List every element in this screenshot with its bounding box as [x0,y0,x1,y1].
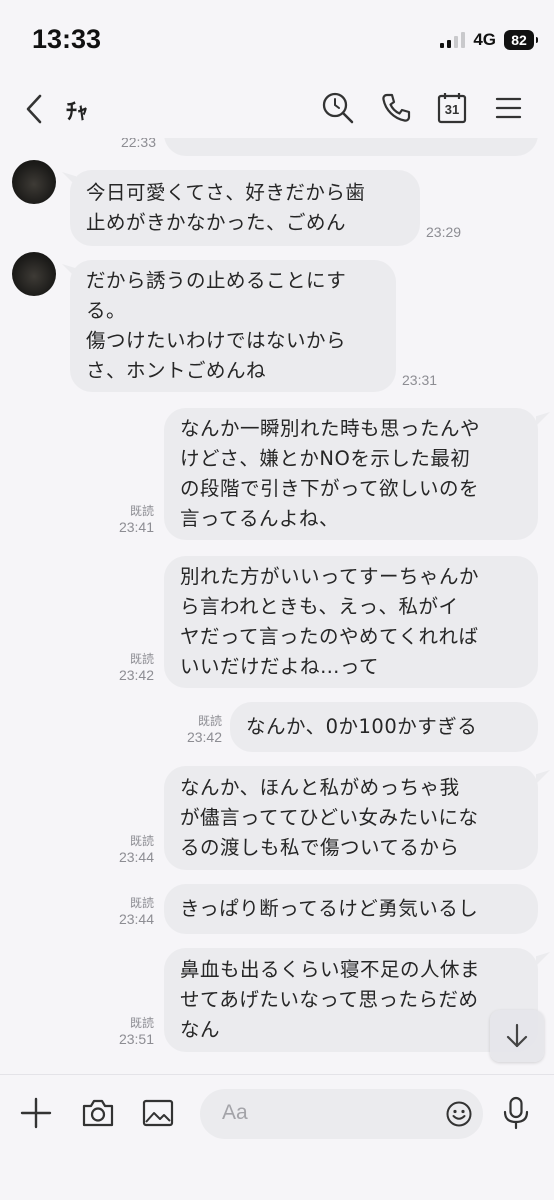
bubble-tail [536,412,550,426]
message-line: けどさ、嫌とかNOを示した最初 [180,447,471,470]
message-line: 鼻血も出るくらい寝不足の人休ま [180,958,481,981]
message-input-placeholder: Aa [222,1101,248,1124]
read-receipt: 既読 [129,834,154,848]
message-line: 別れた方がいいってすーちゃんか [180,565,480,588]
message-line: だから誘うの止めることにす [86,269,347,292]
menu-icon[interactable] [490,90,526,126]
message-input-bar: Aa [0,1074,554,1200]
message-meta: 既読 23:44 [100,832,154,865]
message-bubble[interactable]: なんか、ほんと私がめっちゃ我 が儘言っててひどい女みたいにな るの渡しも私で傷つ… [164,766,538,870]
read-receipt: 既読 [197,714,222,728]
message-line: なんか一瞬別れた時も思ったんや [180,417,481,440]
message-meta: 既読 23:42 [168,712,222,745]
message-list[interactable]: 22:33 今日可愛くてさ、好きだから歯 止めがきかなかった、ごめん 23:29… [0,138,554,1070]
message-time: 23:44 [118,849,154,865]
search-icon[interactable] [320,90,356,126]
avatar[interactable] [12,252,56,296]
message-line: なんか、ほんと私がめっちゃ我 [180,776,460,799]
signal-icon [440,32,466,48]
image-icon[interactable] [140,1095,176,1131]
calendar-day: 31 [444,102,460,117]
chat-title: ﾁｬ [66,100,89,125]
message-time: 23:44 [118,911,154,927]
message-line: なんか、0か100かすぎる [246,715,478,738]
message-line: ヤだって言ったのやめてくれれば [180,625,479,648]
message-meta: 既読 23:51 [100,1014,154,1047]
back-icon[interactable] [20,92,50,126]
message-line: いいだけだよね…って [180,655,380,678]
message-line: なん [180,1018,221,1041]
message-line: るの渡しも私で傷ついてるから [180,836,460,859]
message-meta: 既読 23:42 [100,650,154,683]
message-time: 23:29 [426,224,462,240]
message-line: ら言われときも、えっ、私がイ [180,595,459,618]
camera-icon[interactable] [80,1095,116,1131]
message-line: せてあげたいなって思ったらだめ [180,988,479,1011]
bubble-tail [536,952,550,966]
message-bubble[interactable]: 今日可愛くてさ、好きだから歯 止めがきかなかった、ごめん [70,170,420,246]
message-bubble[interactable]: 別れた方がいいってすーちゃんか ら言われときも、えっ、私がイ ヤだって言ったのや… [164,556,538,688]
message-line: が儘言っててひどい女みたいにな [180,806,479,829]
message-time: 23:51 [118,1031,154,1047]
message-input[interactable]: Aa [200,1089,483,1139]
bubble-tail [536,770,550,784]
message-line: 言ってるんよね、 [180,507,340,530]
scroll-to-bottom-button[interactable] [490,1010,544,1062]
message-bubble[interactable]: だから誘うの止めることにす る。 傷つけたいわけではないから さ、ホントごめんね [70,260,396,392]
status-indicators: 4G 82 [440,30,538,50]
message-line: の段階で引き下がって欲しいのを [180,477,480,500]
status-time: 13:33 [32,24,102,54]
message-time: 23:31 [402,372,438,388]
read-receipt: 既読 [129,652,154,666]
calendar-icon[interactable]: 31 [434,90,470,126]
message-time: 22:33 [120,138,156,150]
message-time: 23:41 [118,519,154,535]
phone-icon[interactable] [378,90,414,126]
message-line: 今日可愛くてさ、好きだから歯 [86,181,366,204]
status-bar: 13:33 4G 82 [0,0,554,80]
message-bubble[interactable]: なんか一瞬別れた時も思ったんや けどさ、嫌とかNOを示した最初 の段階で引き下が… [164,408,538,540]
message-time: 23:42 [186,729,222,745]
message-meta: 既読 23:41 [100,502,154,535]
chat-header: ﾁｬ 31 [0,80,554,138]
message-line: る。 [86,299,127,322]
message-line: さ、ホントごめんね [86,359,267,382]
message-line: きっぱり断ってるけど勇気いるし [180,897,479,920]
emoji-icon[interactable] [445,1100,473,1128]
microphone-icon[interactable] [498,1095,534,1131]
plus-icon[interactable] [18,1095,54,1131]
avatar[interactable] [12,160,56,204]
message-line: 止めがきかなかった、ごめん [86,211,347,234]
message-bubble-partial[interactable] [164,138,538,156]
message-bubble[interactable]: 鼻血も出るくらい寝不足の人休ま せてあげたいなって思ったらだめ なん [164,948,538,1052]
battery-level: 82 [511,32,527,48]
message-time: 23:42 [118,667,154,683]
read-receipt: 既読 [129,1016,154,1030]
network-type: 4G [473,30,496,49]
read-receipt: 既読 [129,504,154,518]
read-receipt: 既読 [129,896,154,910]
message-bubble[interactable]: なんか、0か100かすぎる [230,702,538,752]
message-bubble[interactable]: きっぱり断ってるけど勇気いるし [164,884,538,934]
message-meta: 既読 23:44 [100,894,154,927]
battery-icon: 82 [504,30,538,50]
message-line: 傷つけたいわけではないから [86,329,347,352]
arrow-down-icon [506,1023,528,1048]
